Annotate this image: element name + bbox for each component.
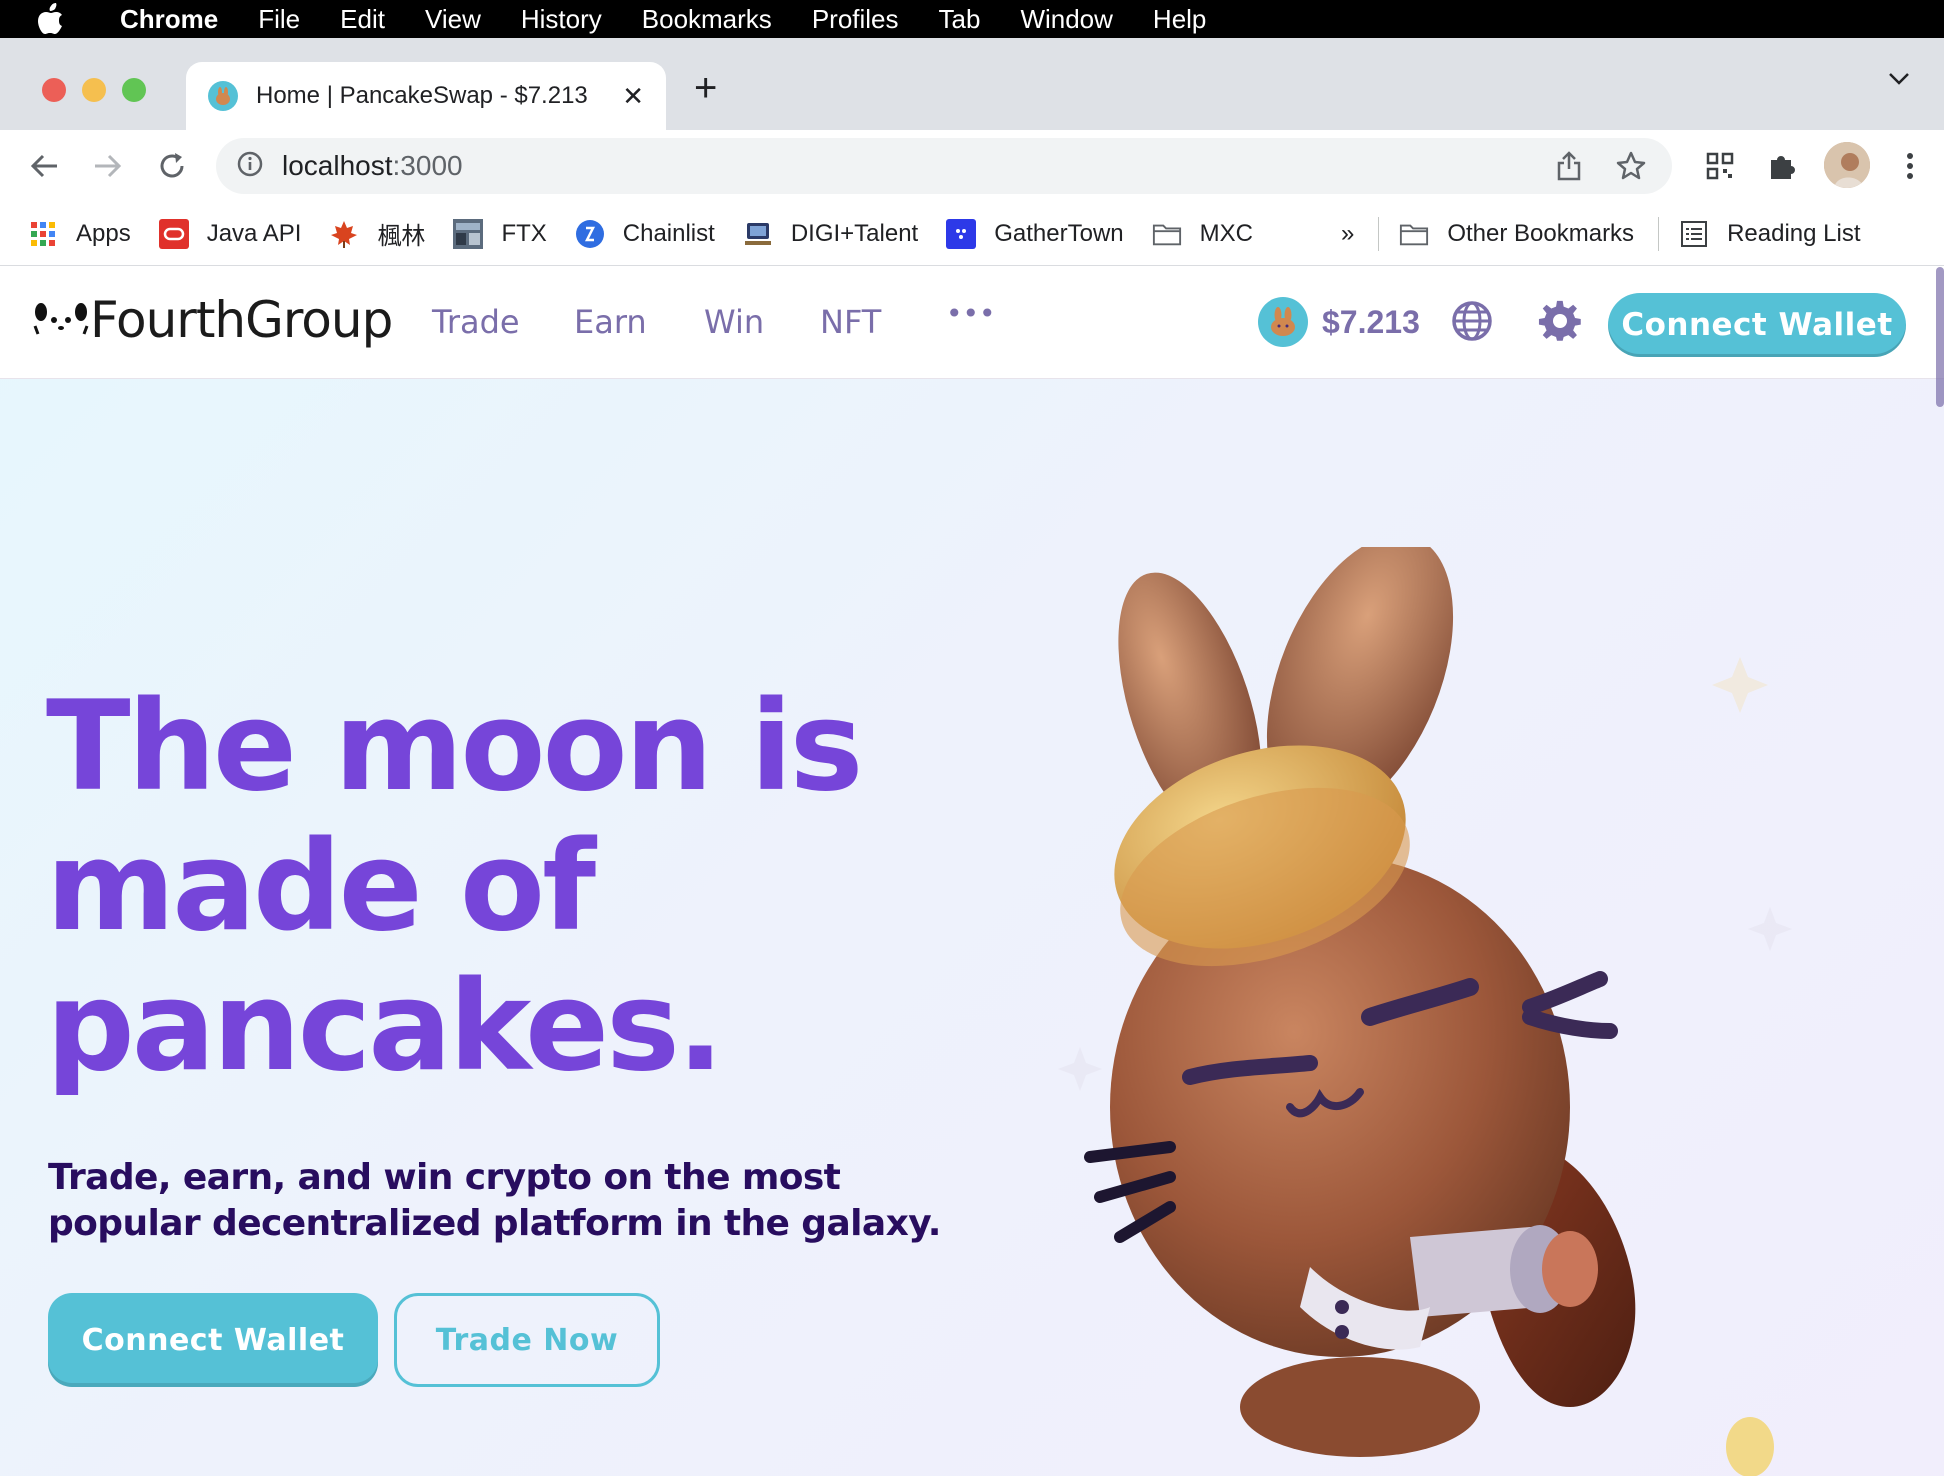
- folder-icon: [1152, 219, 1182, 249]
- hero-title: The moon is made of pancakes.: [46, 677, 946, 1097]
- digi-icon: [743, 219, 773, 249]
- apple-menu-icon[interactable]: [0, 3, 100, 35]
- apps-grid-icon: [28, 219, 58, 249]
- tab-close-icon[interactable]: ✕: [622, 81, 644, 112]
- bookmark-star-icon[interactable]: [1616, 138, 1646, 194]
- reload-icon[interactable]: [152, 146, 192, 186]
- logo-text: FourthGroup: [90, 291, 393, 349]
- extensions-puzzle-icon[interactable]: [1762, 146, 1802, 186]
- close-window-button[interactable]: [42, 78, 66, 102]
- hero-title-line: pancakes.: [46, 955, 724, 1099]
- oracle-icon: [158, 218, 189, 249]
- reading-list[interactable]: Reading List: [1679, 219, 1860, 249]
- bookmark-label: DIGI+Talent: [790, 219, 919, 247]
- trade-now-button[interactable]: Trade Now: [394, 1293, 660, 1387]
- bookmark-maple[interactable]: 楓林: [329, 216, 425, 251]
- bunny-astronaut-illustration: [1050, 534, 1810, 1476]
- zoom-window-button[interactable]: [122, 78, 146, 102]
- cake-token-icon: [1258, 297, 1308, 347]
- nav-trade[interactable]: Trade: [432, 303, 520, 341]
- bookmark-mxc[interactable]: MXC: [1152, 219, 1253, 249]
- tab-strip: Home | PancakeSwap - $7.213 ✕ +: [0, 38, 1944, 130]
- qr-code-icon[interactable]: [1700, 146, 1740, 186]
- bookmark-digi[interactable]: DIGI+Talent: [743, 219, 918, 249]
- menu-tab[interactable]: Tab: [919, 4, 1001, 35]
- other-bookmarks-label: Other Bookmarks: [1447, 219, 1635, 247]
- nav-win[interactable]: Win: [704, 303, 764, 341]
- menu-view[interactable]: View: [405, 4, 501, 35]
- bookmark-label: MXC: [1199, 219, 1253, 247]
- hero-title-line: made of: [46, 815, 596, 959]
- tab-search-chevron-icon[interactable]: [1888, 72, 1910, 91]
- web-page: FourthGroup Trade Earn Win NFT ••• $7.21…: [0, 267, 1944, 1476]
- settings-gear-icon[interactable]: [1536, 297, 1584, 345]
- bookmark-chainlist[interactable]: Chainlist: [575, 219, 715, 249]
- bookmark-label: Apps: [76, 219, 131, 247]
- folder-icon: [1399, 219, 1429, 249]
- reading-list-icon: [1679, 219, 1709, 249]
- menu-file[interactable]: File: [238, 4, 320, 35]
- nav-earn[interactable]: Earn: [574, 303, 647, 341]
- bookmark-label: FTX: [501, 219, 547, 247]
- bunny-favicon-icon: [208, 81, 238, 111]
- site-header: FourthGroup Trade Earn Win NFT ••• $7.21…: [0, 267, 1944, 379]
- site-info-icon[interactable]: [236, 150, 264, 183]
- menu-app-name[interactable]: Chrome: [100, 4, 238, 35]
- menu-window[interactable]: Window: [1000, 4, 1132, 35]
- back-arrow-icon[interactable]: [24, 146, 64, 186]
- site-logo[interactable]: FourthGroup: [32, 291, 393, 349]
- nav-more-icon[interactable]: •••: [946, 297, 996, 330]
- chainlist-icon: [575, 219, 605, 249]
- bookmark-label: GatherTown: [994, 219, 1124, 247]
- bookmark-label: Java API: [206, 219, 302, 247]
- chrome-menu-icon[interactable]: [1890, 146, 1930, 186]
- globe-language-icon[interactable]: [1448, 297, 1496, 345]
- maple-leaf-icon: [329, 219, 359, 249]
- bookmarks-separator: [1378, 216, 1380, 251]
- cake-price-value: $7.213: [1322, 303, 1420, 340]
- ftx-icon: [453, 218, 484, 249]
- cake-price[interactable]: $7.213: [1258, 297, 1420, 347]
- hero-title-line: The moon is: [46, 675, 863, 819]
- bookmark-other[interactable]: Other Bookmarks: [1399, 219, 1634, 249]
- share-icon[interactable]: [1556, 138, 1582, 194]
- bookmark-gathertown[interactable]: GatherTown: [946, 218, 1124, 249]
- new-tab-icon[interactable]: +: [694, 68, 717, 108]
- browser-toolbar: localhost:3000: [0, 130, 1944, 202]
- menu-bookmarks[interactable]: Bookmarks: [622, 4, 792, 35]
- bookmark-label: 楓林: [377, 223, 426, 250]
- url-host: localhost: [282, 150, 393, 181]
- hero-subtitle: Trade, earn, and win crypto on the most …: [48, 1157, 941, 1244]
- url-port: :3000: [392, 150, 463, 181]
- panda-logo-icon: [32, 296, 90, 345]
- menu-help[interactable]: Help: [1133, 4, 1226, 35]
- bookmark-java-api[interactable]: Java API: [158, 218, 302, 249]
- connect-wallet-header-button[interactable]: Connect Wallet: [1608, 293, 1906, 357]
- profile-avatar[interactable]: [1824, 142, 1870, 188]
- page-scrollbar[interactable]: [1936, 267, 1944, 407]
- bookmarks-bar: Apps Java API 楓林 FTX Chainlist DIGI+Tale…: [0, 202, 1944, 266]
- bookmarks-separator: [1658, 216, 1660, 251]
- url-text[interactable]: localhost:3000: [282, 150, 463, 182]
- bookmark-apps[interactable]: Apps: [28, 219, 131, 249]
- connect-wallet-button[interactable]: Connect Wallet: [48, 1293, 378, 1387]
- menu-profiles[interactable]: Profiles: [792, 4, 919, 35]
- macos-menubar: Chrome File Edit View History Bookmarks …: [0, 0, 1944, 38]
- menu-edit[interactable]: Edit: [320, 4, 405, 35]
- menu-history[interactable]: History: [501, 4, 622, 35]
- tab-active[interactable]: Home | PancakeSwap - $7.213 ✕: [186, 62, 666, 130]
- address-bar[interactable]: localhost:3000: [216, 138, 1672, 194]
- gathertown-icon: [946, 218, 977, 249]
- nav-nft[interactable]: NFT: [820, 303, 881, 341]
- minimize-window-button[interactable]: [82, 78, 106, 102]
- bookmark-ftx[interactable]: FTX: [453, 218, 547, 249]
- tab-title: Home | PancakeSwap - $7.213: [256, 82, 588, 109]
- reading-list-label: Reading List: [1727, 219, 1861, 247]
- bookmarks-overflow-chevron-icon[interactable]: »: [1341, 220, 1354, 248]
- forward-arrow-icon[interactable]: [88, 146, 128, 186]
- bookmark-label: Chainlist: [622, 219, 715, 247]
